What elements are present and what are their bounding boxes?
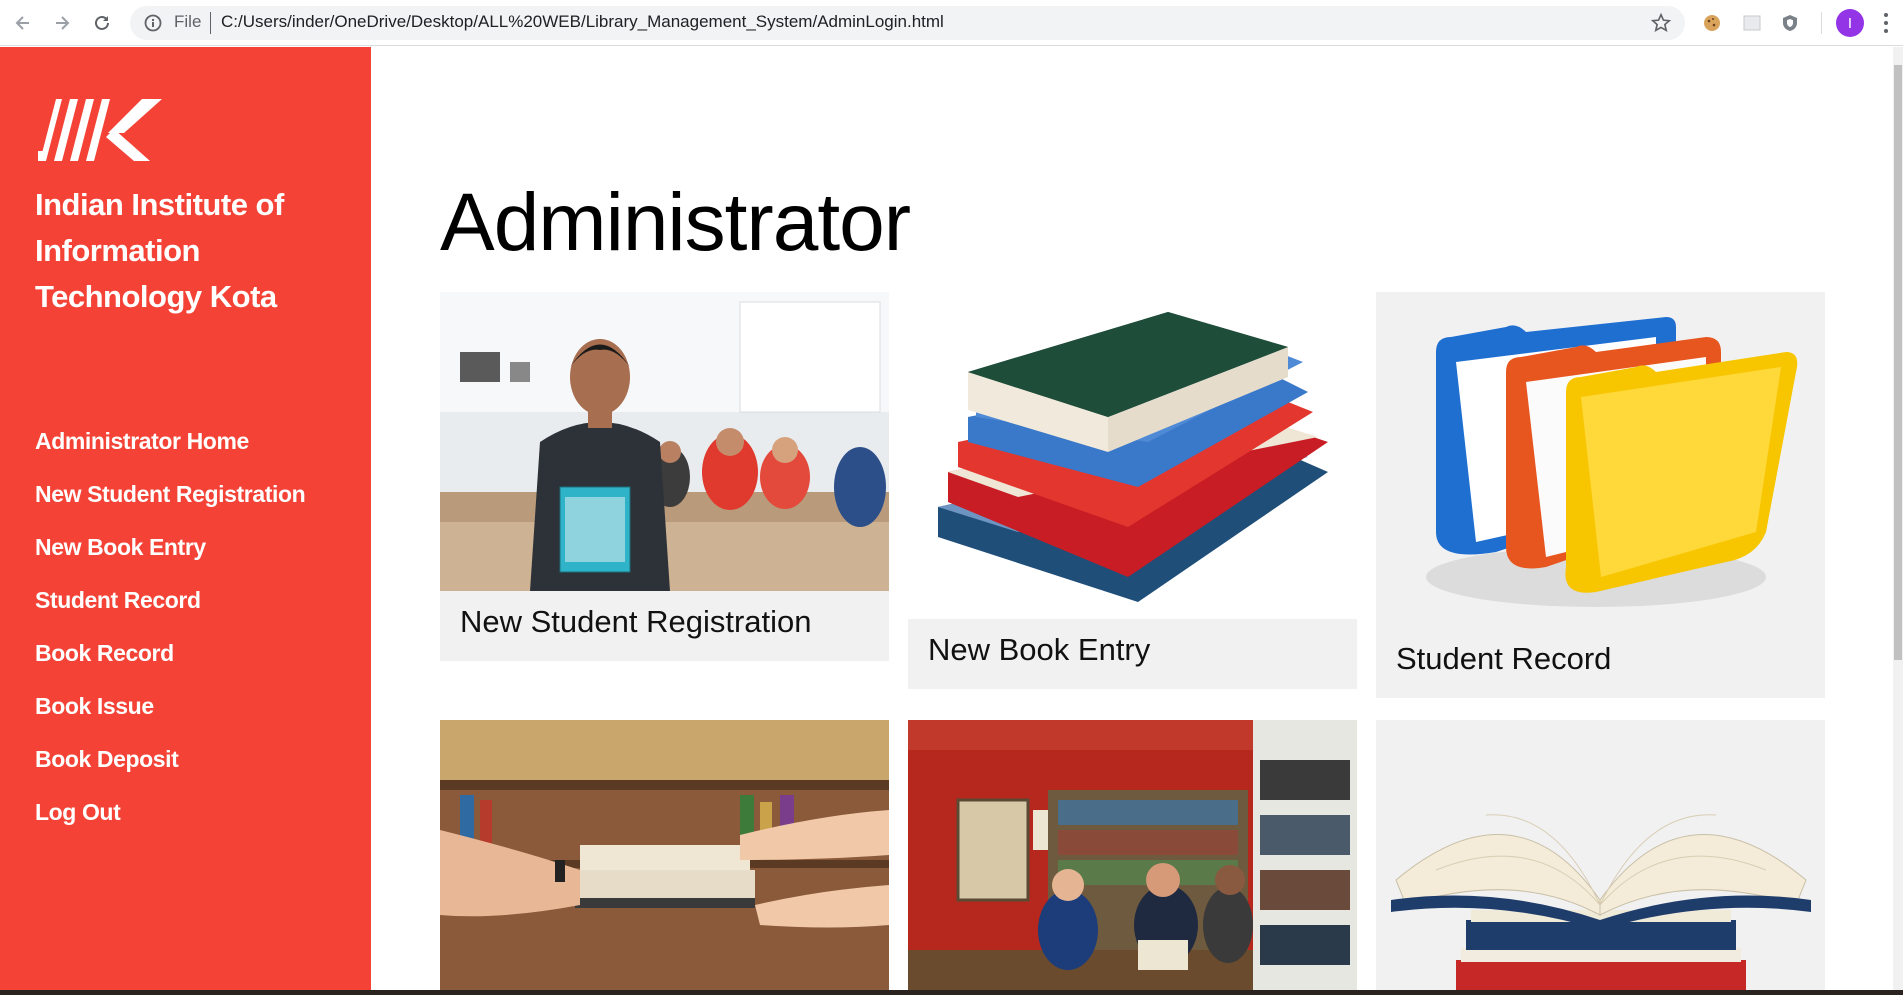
cookie-icon[interactable] [1701, 12, 1723, 34]
institute-name-line: Indian Institute of [35, 187, 284, 222]
address-separator [210, 12, 211, 34]
sidebar-item-book-record[interactable]: Book Record [35, 627, 305, 680]
iiitk-logo [38, 99, 162, 161]
folders [1376, 292, 1825, 632]
arrow-right-icon [56, 16, 70, 30]
card-book-record[interactable] [908, 720, 1357, 995]
taskbar-edge [0, 990, 1903, 995]
back-button[interactable] [8, 8, 38, 38]
open-book [1376, 720, 1825, 995]
sidebar: Indian Institute of Information Technolo… [0, 47, 371, 995]
more-vertical-icon[interactable] [1878, 11, 1894, 35]
page-title: Administrator [440, 177, 911, 268]
library-desk-photo [908, 720, 1357, 995]
sidebar-item-administrator-home[interactable]: Administrator Home [35, 415, 305, 468]
vertical-scrollbar[interactable] [1893, 47, 1903, 995]
card-book-issue[interactable] [440, 720, 889, 995]
browser-toolbar: File C:/Users/inder/OneDrive/Desktop/ALL… [0, 0, 1903, 46]
book-stack [908, 292, 1357, 619]
institute-name-line: Technology Kota [35, 279, 277, 314]
toolbar-separator [1821, 12, 1822, 34]
institute-name: Indian Institute of Information Technolo… [35, 182, 355, 320]
card-new-book-entry[interactable]: New Book Entry [908, 292, 1357, 689]
shield-icon[interactable] [1779, 12, 1801, 34]
sidebar-item-new-book-entry[interactable]: New Book Entry [35, 521, 305, 574]
forward-button[interactable] [47, 8, 77, 38]
extension-icon[interactable] [1741, 12, 1763, 34]
student-photo [440, 292, 889, 591]
card-student-record[interactable]: Student Record [1376, 292, 1825, 698]
reload-icon [95, 15, 109, 30]
reload-button[interactable] [87, 8, 117, 38]
sidebar-item-book-issue[interactable]: Book Issue [35, 680, 305, 733]
card-caption: New Student Registration [460, 604, 812, 639]
book-handover-photo [440, 720, 889, 995]
card-book-deposit[interactable] [1376, 720, 1825, 995]
sidebar-item-log-out[interactable]: Log Out [35, 786, 305, 839]
bookmark-star-icon[interactable] [1650, 12, 1672, 34]
sidebar-item-new-student-registration[interactable]: New Student Registration [35, 468, 306, 521]
institute-name-line: Information [35, 233, 201, 268]
sidebar-nav: Administrator Home New Student Registrat… [35, 415, 306, 839]
scrollbar-thumb[interactable] [1894, 65, 1902, 660]
card-caption: Student Record [1396, 641, 1612, 676]
url-text[interactable]: C:/Users/inder/OneDrive/Desktop/ALL%20WE… [221, 12, 944, 32]
file-scheme-label: File [174, 12, 202, 31]
info-icon[interactable] [143, 13, 163, 33]
card-new-student-registration[interactable]: New Student Registration [440, 292, 889, 661]
main-content: Administrator New Student Registration N… [371, 47, 1881, 995]
sidebar-item-student-record[interactable]: Student Record [35, 574, 305, 627]
profile-avatar[interactable]: I [1836, 9, 1864, 37]
sidebar-item-book-deposit[interactable]: Book Deposit [35, 733, 305, 786]
card-caption: New Book Entry [928, 632, 1151, 667]
arrow-left-icon [15, 16, 29, 30]
